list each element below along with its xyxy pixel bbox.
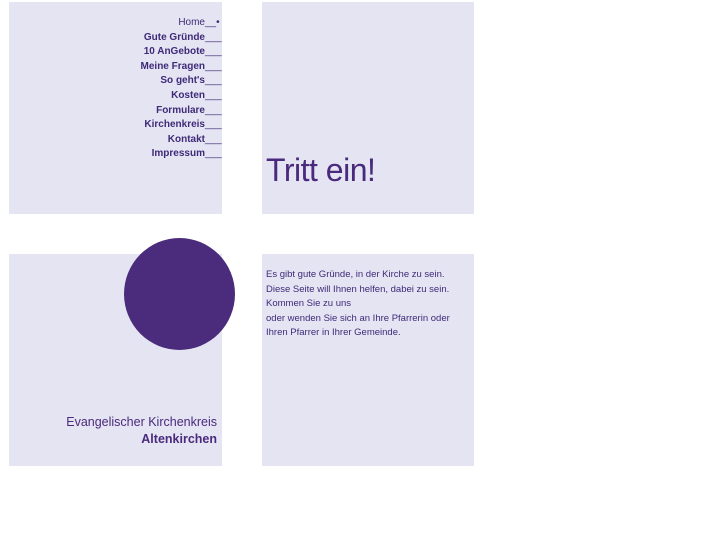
nav-item-so-gehts[interactable]: So geht's___ (141, 74, 222, 89)
organization-name: Evangelischer Kirchenkreis Altenkirchen (66, 414, 217, 448)
main-navigation: Home__• Gute Gründe___ 10 AnGebote___ Me… (140, 16, 222, 162)
nav-item-label: Kosten (171, 89, 205, 101)
organization-name-line2: Altenkirchen (141, 432, 217, 446)
navigation-panel: Home__• Gute Gründe___ 10 AnGebote___ Me… (9, 2, 222, 214)
nav-item-meine-fragen[interactable]: Meine Fragen___ (140, 60, 222, 75)
nav-item-gute-gruende[interactable]: Gute Gründe___ (141, 31, 222, 46)
nav-item-label: Meine Fragen (140, 60, 205, 72)
nav-item-marker: ___ (205, 46, 222, 58)
nav-item-label: 10 AnGebote (143, 46, 205, 58)
nav-item-label: Kirchenkreis (144, 119, 205, 131)
intro-line: Diese Seite will Ihnen helfen, dabei zu … (266, 283, 450, 295)
nav-item-marker: ___ (205, 104, 222, 116)
nav-item-marker: ___ (205, 60, 222, 72)
intro-text: Es gibt gute Gründe, in der Kirche zu se… (266, 268, 471, 341)
nav-item-label: Home (178, 17, 205, 28)
nav-item-marker: __• (205, 17, 220, 28)
nav-item-marker: ___ (205, 31, 222, 43)
nav-item-angebote[interactable]: 10 AnGebote___ (141, 45, 222, 60)
nav-item-label: Kontakt (167, 133, 205, 145)
nav-item-label: Impressum (151, 148, 205, 160)
nav-item-marker: ___ (205, 119, 222, 131)
nav-item-marker: ___ (205, 89, 222, 101)
page: Home__• Gute Gründe___ 10 AnGebote___ Me… (0, 0, 727, 545)
nav-item-formulare[interactable]: Formulare___ (141, 104, 222, 119)
hero-panel: Tritt ein! (262, 2, 474, 214)
logo-circle (124, 238, 235, 350)
intro-line: Kommen Sie zu uns (266, 298, 352, 310)
nav-item-kosten[interactable]: Kosten___ (141, 89, 222, 104)
nav-item-marker: ___ (205, 75, 222, 87)
intro-line: Ihren Pfarrer in Ihrer Gemeinde. (266, 327, 401, 339)
nav-item-kontakt[interactable]: Kontakt___ (141, 133, 222, 148)
nav-item-label: So geht's (160, 75, 205, 87)
intro-line: oder wenden Sie sich an Ihre Pfarrerin o… (266, 312, 450, 324)
nav-item-impressum[interactable]: Impressum___ (141, 147, 222, 162)
intro-panel: Es gibt gute Gründe, in der Kirche zu se… (262, 254, 474, 466)
nav-item-label: Gute Gründe (143, 31, 205, 43)
nav-item-kirchenkreis[interactable]: Kirchenkreis___ (141, 118, 222, 133)
nav-item-marker: ___ (205, 133, 222, 145)
nav-item-marker: ___ (205, 148, 222, 160)
organization-name-line1: Evangelischer Kirchenkreis (66, 415, 217, 429)
intro-line: Es gibt gute Gründe, in der Kirche zu se… (266, 269, 445, 280)
nav-item-label: Formulare (156, 104, 205, 116)
page-title: Tritt ein! (266, 152, 376, 188)
nav-item-home[interactable]: Home__• (141, 16, 220, 31)
